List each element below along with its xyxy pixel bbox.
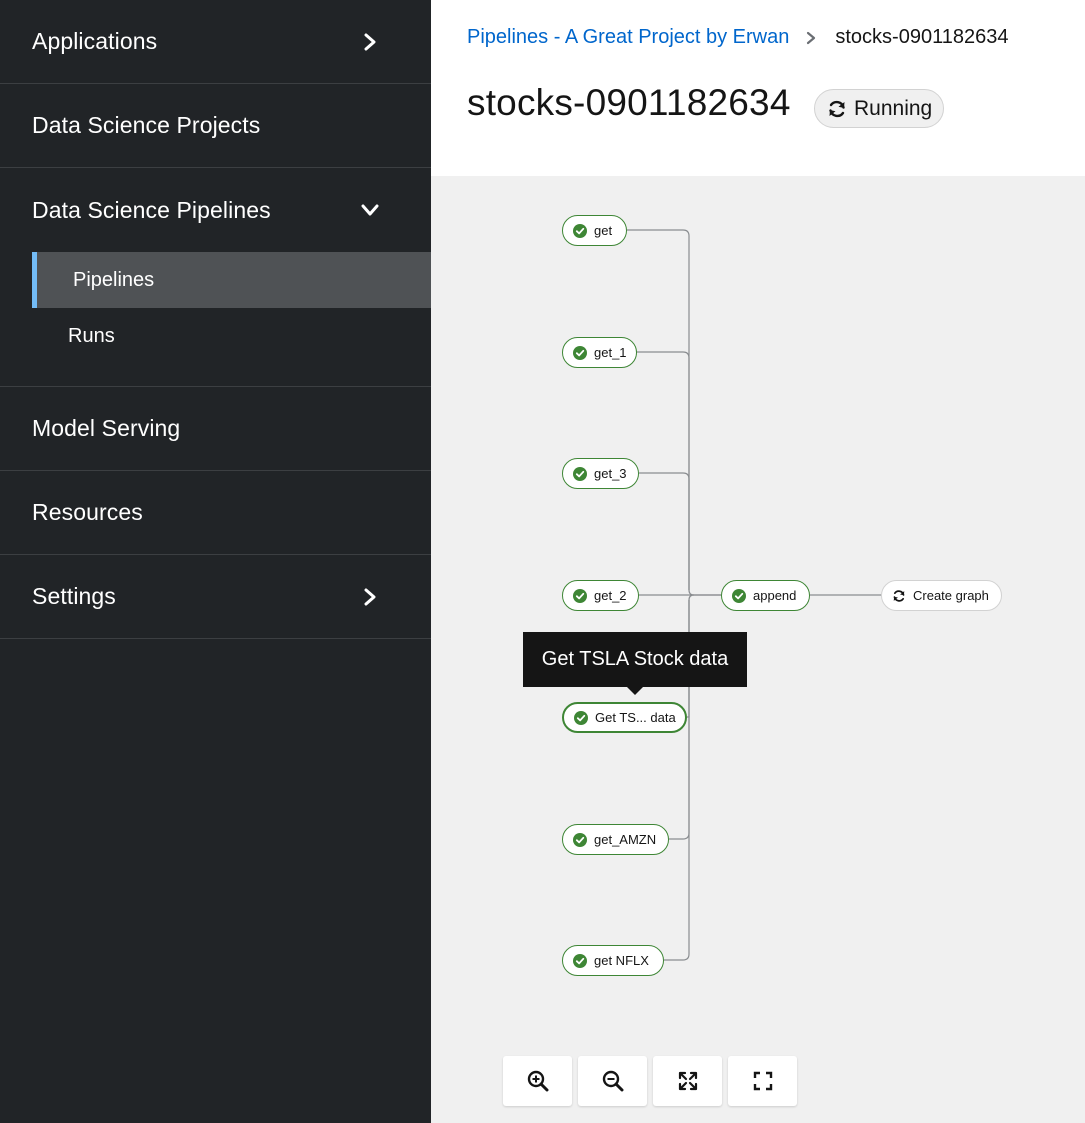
zoom-out-icon: [602, 1070, 623, 1092]
breadcrumb: Pipelines - A Great Project by Erwan sto…: [467, 26, 1008, 49]
check-circle-icon: [573, 832, 587, 847]
node-label: Get TS... data: [595, 710, 676, 725]
pipeline-node-get-3[interactable]: get_3: [562, 458, 639, 489]
breadcrumb-current: stocks-0901182634: [835, 26, 1009, 48]
fit-to-screen-button[interactable]: [653, 1056, 722, 1106]
check-circle-icon: [573, 953, 587, 968]
nav-applications-label: Applications: [32, 28, 158, 54]
page-header: Pipelines - A Great Project by Erwan sto…: [431, 0, 1085, 176]
chevron-right-icon: [364, 588, 376, 605]
chevron-right-icon: [364, 33, 376, 50]
check-circle-icon: [574, 710, 588, 725]
sync-icon: [893, 589, 905, 602]
chevron-down-icon: [361, 204, 379, 216]
nav-model-serving-label: Model Serving: [32, 415, 181, 441]
nav-data-science-projects-label: Data Science Projects: [32, 112, 261, 138]
reset-view-button[interactable]: [728, 1056, 797, 1106]
sidebar-nav: Applications Data Science Projects Data …: [0, 0, 431, 1123]
nav-sub-item-runs[interactable]: Runs: [0, 308, 431, 364]
zoom-in-icon: [527, 1070, 548, 1092]
status-badge-label: Running: [854, 96, 933, 120]
node-label: get_2: [594, 588, 627, 603]
status-badge: Running: [814, 89, 944, 128]
node-label: get_1: [594, 345, 627, 360]
nav-sub-item-pipelines[interactable]: Pipelines: [32, 252, 431, 308]
node-label: get_AMZN: [594, 832, 657, 847]
reset-view-icon: [753, 1071, 772, 1091]
pipeline-node-get-tsla-data[interactable]: Get TS... data: [562, 702, 687, 733]
check-circle-icon: [573, 588, 587, 603]
page-title: stocks-0901182634: [467, 82, 791, 123]
node-label: Create graph: [913, 588, 989, 603]
nav-data-science-pipelines: Data Science Pipelines Pipelines Runs: [0, 168, 431, 387]
pipeline-node-get-1[interactable]: get_1: [562, 337, 637, 368]
tooltip-arrow: [627, 687, 643, 695]
pipeline-node-get-2[interactable]: get_2: [562, 580, 639, 611]
node-label: get: [594, 223, 613, 238]
check-circle-icon: [573, 345, 587, 360]
pipeline-node-get-nflx[interactable]: get NFLX: [562, 945, 664, 976]
sync-icon: [829, 100, 845, 117]
nav-applications[interactable]: Applications: [0, 0, 431, 84]
check-circle-icon: [732, 588, 746, 603]
pipeline-graph[interactable]: get get_1 get_3 get_2 Get TS... data get…: [431, 176, 1085, 1123]
nav-settings-label: Settings: [32, 583, 116, 609]
nav-resources-label: Resources: [32, 499, 143, 525]
fit-to-screen-icon: [678, 1071, 697, 1091]
nav-settings[interactable]: Settings: [0, 555, 431, 639]
breadcrumb-link-pipelines[interactable]: Pipelines - A Great Project by Erwan: [467, 26, 789, 49]
nav-data-science-pipelines-toggle[interactable]: Data Science Pipelines: [0, 168, 431, 252]
node-label: append: [753, 588, 797, 603]
node-tooltip: Get TSLA Stock data: [523, 632, 747, 687]
pipeline-node-get[interactable]: get: [562, 215, 627, 246]
pipeline-node-create-graph[interactable]: Create graph: [881, 580, 1002, 611]
check-circle-icon: [573, 223, 587, 238]
nav-data-science-projects[interactable]: Data Science Projects: [0, 84, 431, 168]
zoom-out-button[interactable]: [578, 1056, 647, 1106]
nav-model-serving[interactable]: Model Serving: [0, 387, 431, 471]
zoom-in-button[interactable]: [503, 1056, 572, 1106]
node-label: get NFLX: [594, 953, 649, 968]
check-circle-icon: [573, 466, 587, 481]
pipeline-node-append[interactable]: append: [721, 580, 810, 611]
nav-resources[interactable]: Resources: [0, 471, 431, 555]
breadcrumb-separator-icon: [807, 31, 816, 44]
nav-data-science-pipelines-label: Data Science Pipelines: [32, 196, 271, 223]
pipeline-node-get-amzn[interactable]: get_AMZN: [562, 824, 669, 855]
node-label: get_3: [594, 466, 627, 481]
